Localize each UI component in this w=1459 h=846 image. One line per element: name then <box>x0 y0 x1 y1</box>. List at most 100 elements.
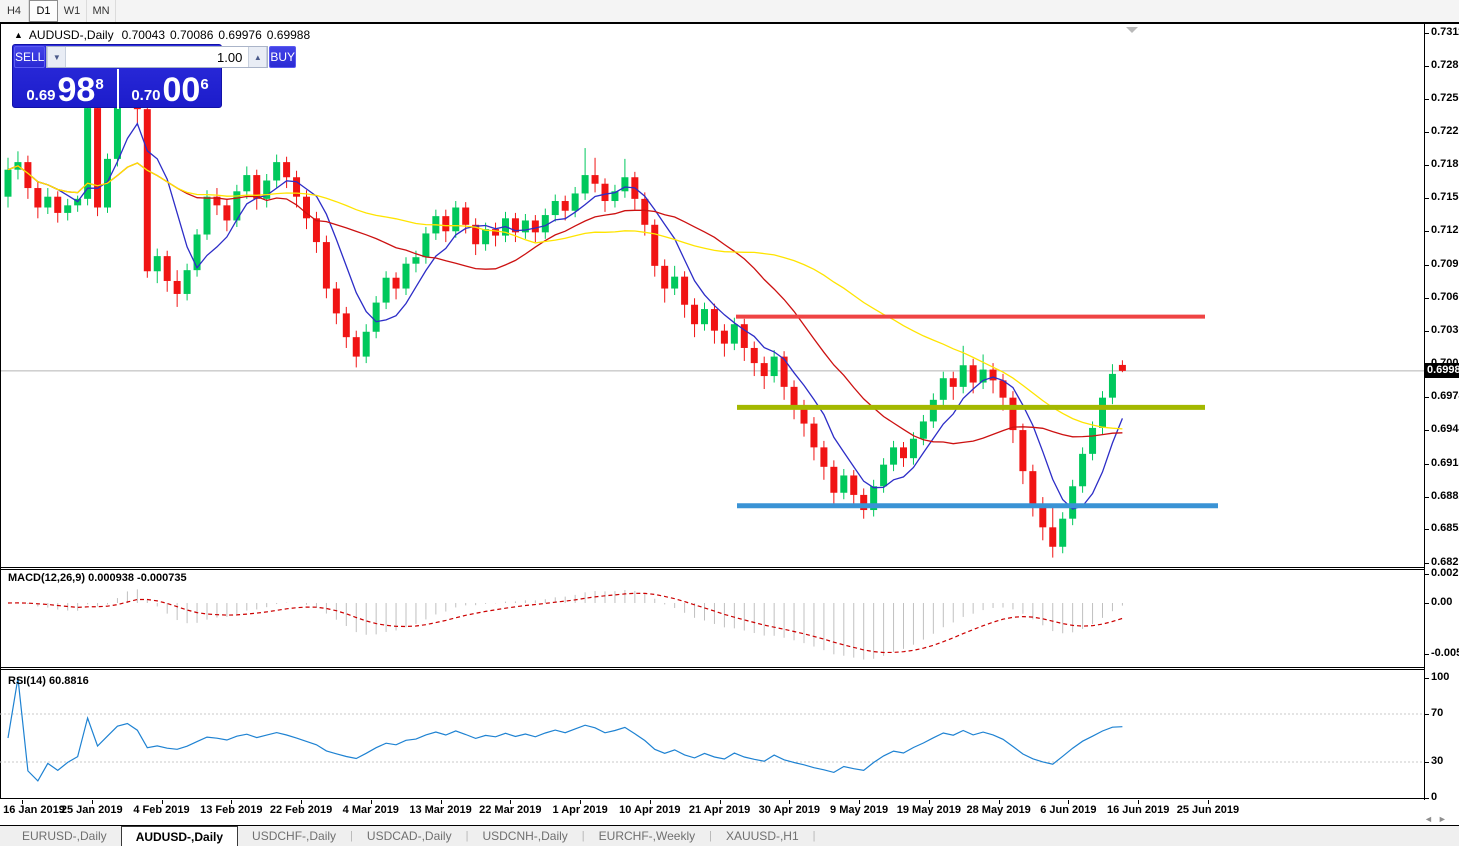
chart-tab-usdcad[interactable]: USDCAD-,Daily <box>353 826 466 846</box>
price-axis-label: 0.71280 <box>1431 224 1459 236</box>
chart-shift-marker-icon[interactable] <box>1126 27 1138 33</box>
horizontal-scrollbar: ◄ ► <box>1424 814 1447 824</box>
volume-spinner: ▼ ▲ <box>46 46 268 68</box>
axis-tick <box>1425 231 1429 232</box>
chart-tab-xauusd[interactable]: XAUUSD-,H1 <box>712 826 813 846</box>
rsi-line <box>8 678 1122 781</box>
trading-terminal-window: H4D1W1MN ▲ AUDUSD-,Daily 0.70043 0.70086 0.6… <box>0 0 1459 846</box>
date-label: 19 May 2019 <box>897 804 961 816</box>
axis-tick <box>1425 464 1429 465</box>
chart-tab-audusd[interactable]: AUDUSD-,Daily <box>121 826 238 846</box>
chart-tab-eurchf[interactable]: EURCHF-,Weekly <box>585 826 709 846</box>
rsi-axis-label: 100 <box>1431 671 1449 683</box>
axis-tick <box>1425 798 1429 799</box>
axis-tick <box>1425 66 1429 67</box>
trade-panel-top-row: SELL ▼ ▲ BUY <box>13 45 221 69</box>
rsi-label: RSI(14) 60.8816 <box>8 675 89 687</box>
triangle-down-icon: ▼ <box>53 53 61 62</box>
chart-symbol-label: AUDUSD-,Daily <box>29 28 114 42</box>
price-axis-label: 0.68825 <box>1431 490 1459 502</box>
macd-signal-value: -0.000735 <box>137 572 187 584</box>
volume-input[interactable] <box>66 47 248 67</box>
candles <box>5 51 1126 558</box>
axis-tick <box>1425 430 1429 431</box>
axis-tick <box>1425 331 1429 332</box>
macd-histogram <box>8 589 1122 659</box>
axis-tick <box>1425 99 1429 100</box>
date-label: 22 Mar 2019 <box>479 804 541 816</box>
price-axis-label: 0.73115 <box>1431 26 1459 38</box>
price-axis-label: 0.72200 <box>1431 125 1459 137</box>
axis-tick <box>1425 198 1429 199</box>
one-click-trading-panel: SELL ▼ ▲ BUY 0.69 98 8 0.70 00 6 <box>12 44 222 108</box>
axis-tick <box>1425 574 1429 575</box>
rsi-axis-label: 30 <box>1431 755 1443 767</box>
price-axis-label: 0.69745 <box>1431 390 1459 402</box>
date-axis[interactable]: 16 Jan 201925 Jan 20194 Feb 201913 Feb 2… <box>0 800 1424 816</box>
timeframe-button-mn[interactable]: MN <box>87 0 116 22</box>
price-axis-label: 0.69130 <box>1431 457 1459 469</box>
buy-price[interactable]: 0.70 00 6 <box>117 69 221 109</box>
chart-canvas[interactable] <box>0 24 1424 800</box>
chart-tab-bar: EURUSD-,DailyAUDUSD-,DailyUSDCHF-,Daily |… <box>0 825 1459 846</box>
quote-high: 0.70086 <box>170 28 213 42</box>
date-label: 13 Feb 2019 <box>200 804 262 816</box>
axis-tick <box>1425 654 1429 655</box>
collapse-triangle-icon[interactable]: ▲ <box>14 30 23 40</box>
date-label: 21 Apr 2019 <box>689 804 750 816</box>
rsi-value: 60.8816 <box>49 675 89 687</box>
quote-open: 0.70043 <box>122 28 165 42</box>
axis-tick <box>1425 298 1429 299</box>
price-axis-label: 0.68520 <box>1431 522 1459 534</box>
date-label: 28 May 2019 <box>967 804 1031 816</box>
scroll-right-icon[interactable]: ► <box>1438 814 1447 824</box>
buy-button[interactable]: BUY <box>269 46 296 68</box>
buy-price-big: 00 <box>163 75 201 105</box>
macd-main-value: 0.000938 <box>88 572 134 584</box>
volume-decrease-button[interactable]: ▼ <box>47 47 66 67</box>
axis-tick <box>1425 762 1429 763</box>
scroll-left-icon[interactable]: ◄ <box>1424 814 1433 824</box>
date-label: 9 May 2019 <box>830 804 888 816</box>
volume-increase-button[interactable]: ▲ <box>248 47 267 67</box>
sell-price-big: 98 <box>58 75 96 105</box>
axis-tick <box>1425 529 1429 530</box>
timeframe-button-h4[interactable]: H4 <box>0 0 29 22</box>
date-label: 16 Jun 2019 <box>1107 804 1169 816</box>
chart-tab-usdchf[interactable]: USDCHF-,Daily <box>238 826 350 846</box>
rsi-axis-label: 0 <box>1431 791 1437 803</box>
timeframe-button-w1[interactable]: W1 <box>58 0 87 22</box>
axis-tick <box>1425 165 1429 166</box>
chart-tab-usdcnh[interactable]: USDCNH-,Daily <box>468 826 581 846</box>
price-axis-label: 0.71585 <box>1431 191 1459 203</box>
chart-tab-eurusd[interactable]: EURUSD-,Daily <box>8 826 121 846</box>
price-axis[interactable]: 0.73115 0.72810 0.72505 0.72200 0.71890 0.715… <box>1424 24 1459 800</box>
timeframe-button-d1[interactable]: D1 <box>29 0 58 22</box>
trade-panel-prices: 0.69 98 8 0.70 00 6 <box>13 69 221 109</box>
axis-tick <box>1425 563 1429 564</box>
current-price-tag: 0.69988 <box>1425 363 1459 378</box>
timeframe-toolbar: H4D1W1MN <box>0 0 1459 23</box>
price-axis-label: 0.69440 <box>1431 423 1459 435</box>
tab-separator: | <box>813 826 816 846</box>
date-label: 1 Apr 2019 <box>552 804 607 816</box>
axis-tick <box>1425 678 1429 679</box>
sell-button[interactable]: SELL <box>14 46 45 68</box>
sell-price-base: 0.69 <box>26 87 55 105</box>
date-label: 16 Jan 2019 <box>3 804 65 816</box>
price-axis-label: 0.72810 <box>1431 59 1459 71</box>
sell-price[interactable]: 0.69 98 8 <box>13 69 117 109</box>
triangle-up-icon: ▲ <box>254 53 262 62</box>
date-label: 22 Feb 2019 <box>270 804 332 816</box>
price-axis-label: 0.72505 <box>1431 92 1459 104</box>
price-axis-label: 0.70970 <box>1431 258 1459 270</box>
axis-tick <box>1425 603 1429 604</box>
date-label: 30 Apr 2019 <box>759 804 820 816</box>
macd-axis-label: 0.00 <box>1431 596 1452 608</box>
price-axis-label: 0.70665 <box>1431 291 1459 303</box>
axis-tick <box>1425 132 1429 133</box>
buy-price-base: 0.70 <box>131 87 160 105</box>
quote-low: 0.69976 <box>218 28 261 42</box>
chart-title: ▲AUDUSD-,Daily0.700430.700860.699760.699… <box>14 28 315 42</box>
price-axis-label: 0.71890 <box>1431 158 1459 170</box>
